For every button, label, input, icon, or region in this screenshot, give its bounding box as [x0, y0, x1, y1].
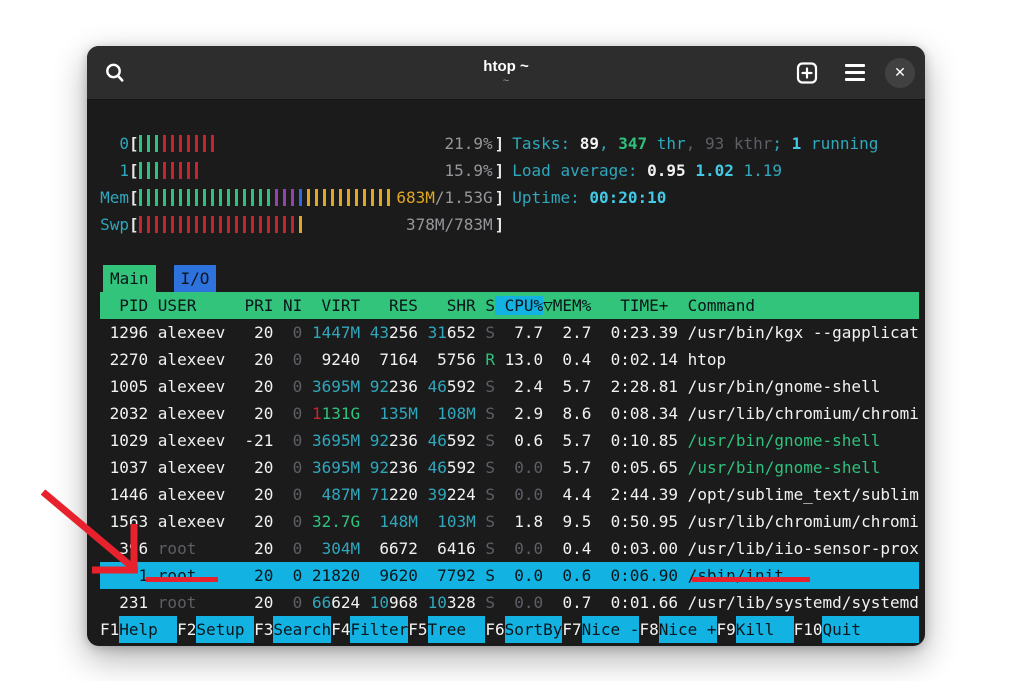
meters-and-summary: 0[21.9%]Tasks: 89, 347 thr, 93 kthr; 1 r…	[100, 130, 925, 238]
meter-value: 378M/783M	[406, 211, 493, 238]
meter-swp: Swp[378M/783M]	[100, 211, 925, 238]
process-table-header[interactable]: PID USER PRI NI VIRT RES SHR S CPU%▽MEM%…	[100, 292, 919, 319]
meter-value: 21.9%	[444, 130, 492, 157]
terminal-window: htop ~ ~ ✕ 0[21.9%]Tasks: 89, 347 thr, 9…	[87, 46, 925, 646]
process-row[interactable]: 231 root 20 0 66624 10968 10328 S 0.0 0.…	[100, 589, 919, 616]
menu-icon	[845, 64, 865, 81]
process-row[interactable]: 1005 alexeev 20 0 3695M 92236 46592 S 2.…	[100, 373, 919, 400]
fkey-f7[interactable]: F7Nice -	[562, 616, 639, 643]
meter-label: 0	[100, 130, 129, 157]
process-row[interactable]: 2032 alexeev 20 0 1131G 135M 108M S 2.9 …	[100, 400, 919, 427]
meter-label: Mem	[100, 184, 129, 211]
new-tab-icon	[794, 60, 820, 86]
meter-bars: 378M/783M	[139, 211, 495, 238]
window-buttons: ✕	[789, 55, 915, 91]
process-row[interactable]: 1446 alexeev 20 0 487M 71220 39224 S 0.0…	[100, 481, 919, 508]
process-row[interactable]: 1296 alexeev 20 0 1447M 43256 31652 S 7.…	[100, 319, 919, 346]
meter-bars: 21.9%	[139, 130, 495, 157]
summary-line: Load average: 0.95 1.02 1.19	[512, 157, 782, 184]
search-icon	[104, 62, 126, 84]
process-row[interactable]: 1037 alexeev 20 0 3695M 92236 46592 S 0.…	[100, 454, 919, 481]
fkey-label: Nice -	[582, 616, 640, 643]
summary-line: Tasks: 89, 347 thr, 93 kthr; 1 running	[512, 130, 878, 157]
fkey-f10[interactable]: F10Quit	[794, 616, 919, 643]
screen-tabs: Main I/O	[100, 265, 925, 292]
tab-io[interactable]: I/O	[174, 265, 217, 292]
process-row-selected[interactable]: 1 root 20 0 21820 9620 7792 S 0.0 0.6 0:…	[100, 562, 919, 589]
fkey-key: F3	[254, 616, 273, 643]
fkey-key: F10	[794, 616, 823, 643]
fkey-label: Help	[119, 616, 177, 643]
summary-line: Uptime: 00:20:10	[512, 184, 666, 211]
meter-mem: Mem[683M/1.53G]Uptime: 00:20:10	[100, 184, 925, 211]
sort-column-header[interactable]: CPU%	[495, 296, 543, 315]
meter-1: 1[15.9%]Load average: 0.95 1.02 1.19	[100, 157, 925, 184]
fkey-key: F7	[562, 616, 581, 643]
fkey-key: F9	[717, 616, 736, 643]
window-title: htop ~	[483, 58, 528, 75]
fkey-label: Nice +	[659, 616, 717, 643]
fkey-label: Filter	[350, 616, 408, 643]
menu-button[interactable]	[837, 55, 873, 91]
blank-row	[100, 238, 925, 265]
fkey-label: Search	[273, 616, 331, 643]
fkey-key: F2	[177, 616, 196, 643]
close-icon: ✕	[894, 65, 906, 81]
meter-label: Swp	[100, 211, 129, 238]
meter-value: 683M/1.53G	[396, 184, 492, 211]
process-row[interactable]: 1563 alexeev 20 0 32.7G 148M 103M S 1.8 …	[100, 508, 919, 535]
header-segment[interactable]: MEM% TIME+ Command	[553, 296, 755, 315]
htop-screen: 0[21.9%]Tasks: 89, 347 thr, 93 kthr; 1 r…	[87, 100, 925, 643]
fkey-f4[interactable]: F4Filter	[331, 616, 408, 643]
fkey-label: SortBy	[505, 616, 563, 643]
fkey-key: F6	[485, 616, 504, 643]
fkey-label: Kill	[736, 616, 794, 643]
window-title-block: htop ~ ~	[483, 58, 528, 88]
meter-bars: 683M/1.53G	[139, 184, 495, 211]
meter-label: 1	[100, 157, 129, 184]
meter-0: 0[21.9%]Tasks: 89, 347 thr, 93 kthr; 1 r…	[100, 130, 925, 157]
tab-main[interactable]: Main	[103, 265, 156, 292]
fkey-f8[interactable]: F8Nice +	[639, 616, 716, 643]
process-row[interactable]: 396 root 20 0 304M 6672 6416 S 0.0 0.4 0…	[100, 535, 919, 562]
process-row[interactable]: 1029 alexeev -21 0 3695M 92236 46592 S 0…	[100, 427, 919, 454]
fkey-key: F5	[408, 616, 427, 643]
fkey-f9[interactable]: F9Kill	[717, 616, 794, 643]
fkey-f1[interactable]: F1Help	[100, 616, 177, 643]
search-button[interactable]	[97, 55, 133, 91]
function-key-bar: F1Help F2Setup F3SearchF4FilterF5Tree F6…	[100, 616, 919, 643]
process-table: 1296 alexeev 20 0 1447M 43256 31652 S 7.…	[100, 319, 925, 616]
meter-value: 15.9%	[444, 157, 492, 184]
fkey-f3[interactable]: F3Search	[254, 616, 331, 643]
fkey-f2[interactable]: F2Setup	[177, 616, 254, 643]
fkey-key: F8	[639, 616, 658, 643]
fkey-f6[interactable]: F6SortBy	[485, 616, 562, 643]
titlebar[interactable]: htop ~ ~ ✕	[87, 46, 925, 100]
fkey-label: Setup	[196, 616, 254, 643]
window-subtitle: ~	[483, 75, 528, 88]
header-segment[interactable]: PID USER PRI NI VIRT RES SHR S	[100, 296, 495, 315]
fkey-f5[interactable]: F5Tree	[408, 616, 485, 643]
fkey-key: F1	[100, 616, 119, 643]
fkey-label: Quit	[822, 616, 919, 643]
fkey-key: F4	[331, 616, 350, 643]
fkey-label: Tree	[428, 616, 486, 643]
new-tab-button[interactable]	[789, 55, 825, 91]
close-button[interactable]: ✕	[885, 58, 915, 88]
header-segment[interactable]: ▽	[543, 296, 553, 315]
meter-bars: 15.9%	[139, 157, 495, 184]
process-row[interactable]: 2270 alexeev 20 0 9240 7164 5756 R 13.0 …	[100, 346, 919, 373]
